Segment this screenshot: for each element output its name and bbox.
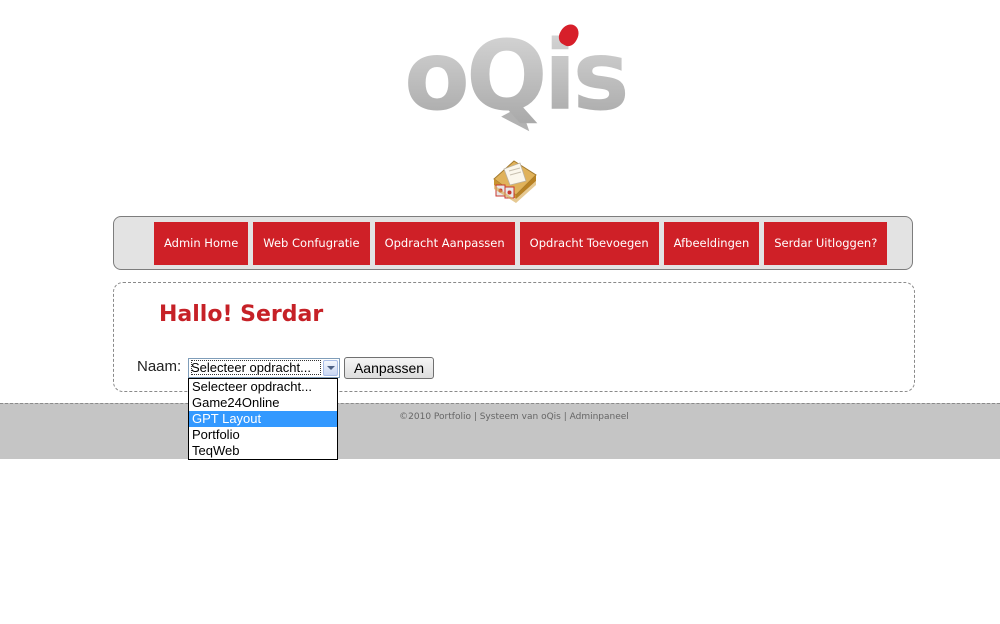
page: oQis Admin Home Web Confugratie Opdracht… <box>0 0 1000 624</box>
logo-text: oQis <box>404 20 630 132</box>
chevron-down-icon[interactable] <box>323 360 338 376</box>
nav-item-admin-home[interactable]: Admin Home <box>154 222 249 265</box>
nav-item-images[interactable]: Afbeeldingen <box>663 222 760 265</box>
dropdown-option[interactable]: Selecteer opdracht... <box>189 379 337 395</box>
select-current-value: Selecteer opdracht... <box>191 360 321 375</box>
nav-item-web-configuration[interactable]: Web Confugratie <box>253 222 370 265</box>
assignment-dropdown-list: Selecteer opdracht... Game24Online GPT L… <box>188 378 338 460</box>
content-panel: Hallo! Serdar Naam: Selecteer opdracht..… <box>113 282 915 392</box>
nav-items: Admin Home Web Confugratie Opdracht Aanp… <box>154 222 888 265</box>
footer: ©2010 Portfolio | Systeem van oQis | Adm… <box>0 403 1000 459</box>
nav-item-edit-assignment[interactable]: Opdracht Aanpassen <box>374 222 515 265</box>
envelope-icon <box>490 155 540 205</box>
edit-button[interactable]: Aanpassen <box>344 357 434 379</box>
footer-text: ©2010 Portfolio | Systeem van oQis | Adm… <box>399 412 629 422</box>
nav-item-logout[interactable]: Serdar Uitloggen? <box>764 222 888 265</box>
page-title: Hallo! Serdar <box>159 302 324 327</box>
name-label: Naam: <box>137 358 182 375</box>
dropdown-option-highlighted[interactable]: GPT Layout <box>189 411 337 427</box>
dropdown-option[interactable]: TeqWeb <box>189 443 337 459</box>
site-logo[interactable]: oQis <box>400 18 640 140</box>
dropdown-option[interactable]: Game24Online <box>189 395 337 411</box>
assignment-select[interactable]: Selecteer opdracht... <box>188 358 340 378</box>
nav-item-add-assignment[interactable]: Opdracht Toevoegen <box>519 222 659 265</box>
dropdown-option[interactable]: Portfolio <box>189 427 337 443</box>
main-nav: Admin Home Web Confugratie Opdracht Aanp… <box>113 216 913 270</box>
